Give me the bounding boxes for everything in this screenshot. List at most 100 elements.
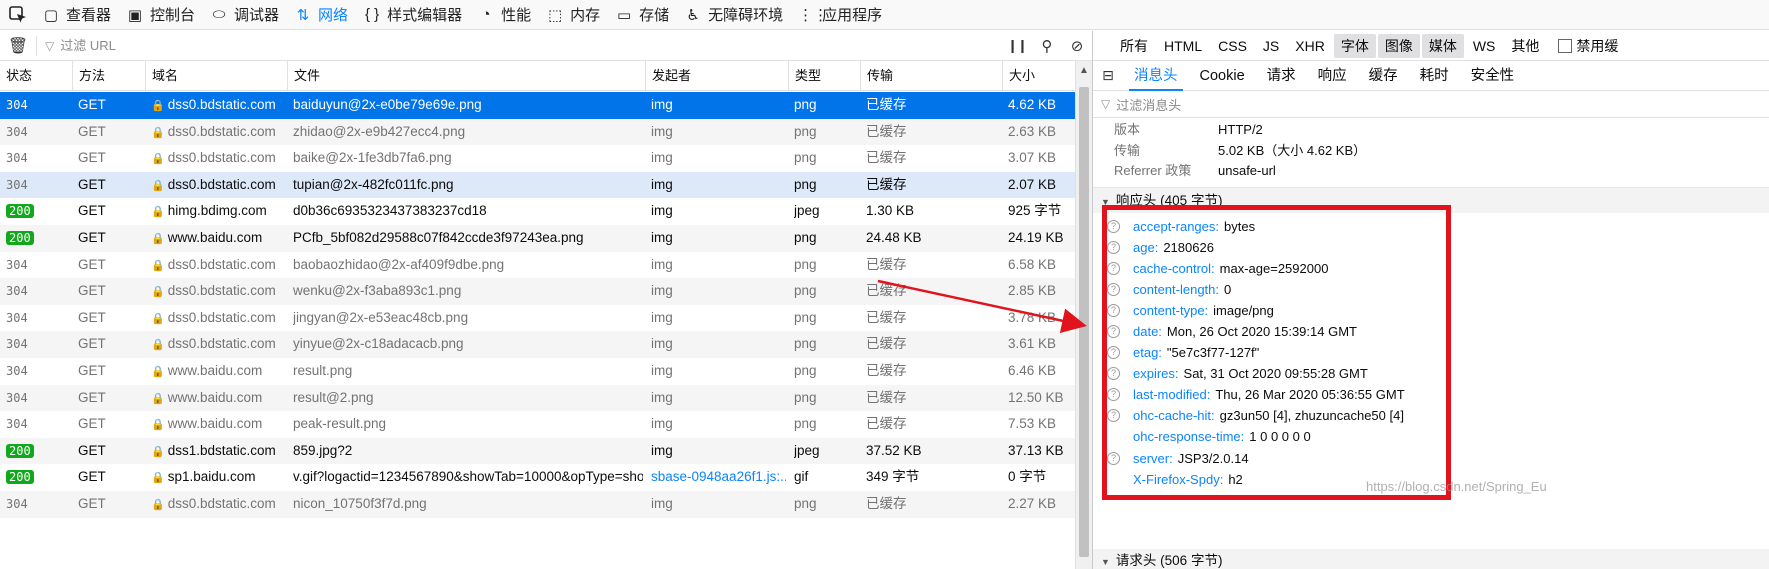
toggle-sidebar-button[interactable]: ⊟ (1093, 67, 1123, 84)
request-row[interactable]: 304 GET 🔒 dss0.bdstatic.com baobaozhidao@2x-… (0, 252, 1075, 279)
details-tab[interactable]: 消息头 (1123, 61, 1189, 91)
help-icon[interactable]: ? (1107, 325, 1120, 339)
search-button[interactable]: ⚲ (1032, 37, 1062, 55)
response-header-row[interactable]: ? expires: Sat, 31 Oct 2020 09:55:28 GMT (1107, 363, 1769, 384)
column-header[interactable]: 传输 (860, 61, 1002, 91)
column-header[interactable]: 域名 (145, 61, 287, 91)
response-header-row[interactable]: ? server: JSP3/2.0.14 (1107, 448, 1769, 469)
help-icon[interactable]: ? (1107, 303, 1120, 317)
response-header-row[interactable]: X-Firefox-Spdy: h2 (1107, 469, 1769, 490)
tab-console[interactable]: ▣ 控制台 (120, 0, 204, 30)
size-cell: 37.13 KB (1008, 442, 1064, 458)
response-header-row[interactable]: ? date: Mon, 26 Oct 2020 15:39:14 GMT (1107, 321, 1769, 342)
element-picker-button[interactable] (0, 0, 36, 30)
details-tabbar: ⊟ 消息头 Cookie 请求 响应 缓存 耗时 安全性 (1093, 61, 1769, 91)
response-header-row[interactable]: ? cache-control: max-age=2592000 (1107, 258, 1769, 279)
tab-accessibility[interactable]: ♿ 无障碍环境 (678, 0, 792, 30)
request-row[interactable]: 304 GET 🔒 dss0.bdstatic.com yinyue@2x-c18ada… (0, 331, 1075, 358)
request-row[interactable]: 304 GET 🔒 www.baidu.com result@2.png img png 已缓… (0, 384, 1075, 412)
column-header[interactable]: 状态 (0, 61, 72, 91)
type-filter-button[interactable]: 字体 (1333, 33, 1376, 58)
request-row[interactable]: 200 GET 🔒 dss1.bdstatic.com 859.jpg?2 img jpeg… (0, 437, 1075, 465)
request-row[interactable]: 304 GET 🔒 dss0.bdstatic.com tupian@2x-482fc0… (0, 171, 1075, 199)
header-value: 1 0 0 0 0 0 (1249, 429, 1311, 445)
help-icon[interactable]: ? (1107, 409, 1120, 423)
response-header-row[interactable]: ? content-length: 0 (1107, 279, 1769, 300)
details-tab[interactable]: 缓存 (1358, 61, 1409, 91)
request-row[interactable]: 304 GET 🔒 dss0.bdstatic.com jingyan@2x-e53ea… (0, 305, 1075, 332)
type-filter-button[interactable]: 媒体 (1421, 33, 1464, 58)
tab-memory[interactable]: ⬚ 内存 (540, 0, 609, 30)
details-tab[interactable]: 安全性 (1460, 61, 1526, 91)
request-row[interactable]: 304 GET 🔒 dss0.bdstatic.com nicon_10750f3f7d… (0, 490, 1075, 518)
response-header-row[interactable]: ? last-modified: Thu, 26 Mar 2020 05:36:55… (1107, 384, 1769, 405)
details-tab[interactable]: 请求 (1256, 61, 1307, 91)
details-tab[interactable]: 耗时 (1409, 61, 1460, 91)
header-filter-input[interactable]: 过滤消息头 (1116, 95, 1181, 114)
status-code: 200 (6, 230, 34, 245)
tab-debugger[interactable]: ⬭ 调试器 (204, 0, 288, 30)
size-cell: 4.62 KB (1008, 97, 1057, 112)
request-row[interactable]: 304 GET 🔒 www.baidu.com result.png img png 已缓存 6… (0, 358, 1075, 385)
response-header-row[interactable]: ? etag: "5e7c3f77-127f" (1107, 342, 1769, 363)
scrollbar-thumb[interactable] (1079, 87, 1089, 557)
response-header-row[interactable]: ohc-response-time: 1 0 0 0 0 0 (1107, 426, 1769, 447)
response-header-row[interactable]: ? accept-ranges: bytes (1107, 216, 1769, 237)
initiator-cell: img (651, 309, 673, 325)
initiator-cell[interactable]: sbase-0948aa26f1.js:... (651, 464, 786, 491)
header-filter[interactable]: ▽ 过滤消息头 (1093, 91, 1769, 118)
request-row[interactable]: 200 GET 🔒 www.baidu.com PCfb_5bf082d29588c07… (0, 224, 1075, 252)
type-filter-button[interactable]: CSS (1211, 34, 1254, 58)
request-row[interactable]: 304 GET 🔒 dss0.bdstatic.com baiduyun@2x-e0be… (0, 92, 1075, 119)
column-header[interactable]: 大小 (1002, 61, 1075, 91)
scroll-up-icon[interactable]: ▲ (1079, 65, 1089, 76)
request-row[interactable]: 304 GET 🔒 dss0.bdstatic.com baike@2x-1fe3db7… (0, 145, 1075, 172)
help-icon[interactable]: ? (1107, 346, 1120, 360)
request-table-body: 304 GET 🔒 dss0.bdstatic.com baiduyun@2x-e0be… (0, 92, 1075, 518)
request-row[interactable]: 200 GET 🔒 sp1.baidu.com v.gif?logactid=12345… (0, 464, 1075, 491)
column-header[interactable]: 方法 (72, 61, 145, 91)
pause-button[interactable]: ❙❙ (1002, 38, 1032, 54)
block-requests-button[interactable]: ⊘ (1062, 37, 1092, 55)
request-headers-section-toggle[interactable]: ▼ 请求头 (506 字节) (1093, 549, 1769, 569)
tab-storage[interactable]: ▭ 存储 (609, 0, 678, 30)
response-headers-section-toggle[interactable]: ▼ 响应头 (405 字节) (1093, 186, 1769, 213)
column-header[interactable]: 发起者 (645, 61, 788, 91)
tab-performance[interactable]: ◔ 性能 (471, 0, 540, 30)
type-filter-button[interactable]: WS (1466, 34, 1503, 58)
request-row[interactable]: 200 GET 🔒 himg.bdimg.com d0b36c6935323437383… (0, 198, 1075, 225)
lock-icon: 🔒 (151, 259, 165, 272)
request-row[interactable]: 304 GET 🔒 dss0.bdstatic.com zhidao@2x-e9b427… (0, 118, 1075, 146)
column-header[interactable]: 文件 (287, 61, 645, 91)
help-icon[interactable]: ? (1107, 261, 1120, 275)
tab-style-editor[interactable]: { } 样式编辑器 (357, 0, 471, 30)
type-filter-button[interactable]: 其他 (1504, 34, 1546, 58)
type-filter-button[interactable]: JS (1256, 34, 1286, 58)
disable-cache-checkbox[interactable]: 禁用缓 (1558, 36, 1618, 56)
help-icon[interactable]: ? (1107, 451, 1120, 465)
tab-network[interactable]: ⇅ 网络 (288, 0, 357, 30)
help-icon[interactable]: ? (1107, 367, 1120, 381)
help-icon[interactable]: ? (1107, 219, 1120, 233)
type-filter-button[interactable]: HTML (1157, 34, 1209, 58)
request-list-scrollbar[interactable]: ▲ (1075, 61, 1092, 569)
help-icon[interactable]: ? (1107, 282, 1120, 296)
help-icon[interactable]: ? (1107, 240, 1120, 254)
domain-text: dss0.bdstatic.com (167, 336, 276, 352)
tab-inspector[interactable]: ▢ 查看器 (36, 0, 120, 30)
details-tab[interactable]: Cookie (1189, 61, 1256, 91)
response-header-row[interactable]: ? content-type: image/png (1107, 300, 1769, 321)
url-filter-input[interactable] (54, 32, 1002, 59)
request-row[interactable]: 304 GET 🔒 dss0.bdstatic.com wenku@2x-f3aba89… (0, 278, 1075, 305)
clear-requests-button[interactable]: 🗑 (0, 36, 36, 56)
column-header[interactable]: 类型 (788, 61, 860, 91)
response-header-row[interactable]: ? ohc-cache-hit: gz3un50 [4], zhuzuncache5… (1107, 405, 1769, 426)
tab-application[interactable]: ⋮⋮ 应用程序 (792, 0, 891, 30)
type-filter-button[interactable]: 图像 (1377, 33, 1420, 58)
help-icon[interactable]: ? (1107, 388, 1120, 402)
request-row[interactable]: 304 GET 🔒 www.baidu.com peak-result.png img pn… (0, 411, 1075, 438)
type-filter-button[interactable]: 所有 (1113, 34, 1155, 58)
details-tab[interactable]: 响应 (1307, 61, 1358, 91)
response-header-row[interactable]: ? age: 2180626 (1107, 237, 1769, 258)
type-filter-button[interactable]: XHR (1288, 34, 1332, 58)
